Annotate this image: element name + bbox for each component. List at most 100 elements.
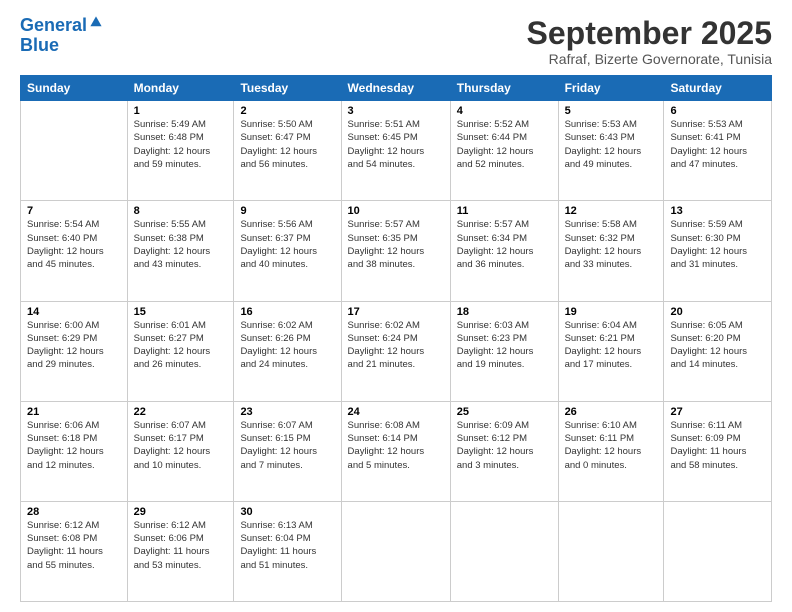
day-info: Sunrise: 6:05 AM Sunset: 6:20 PM Dayligh… bbox=[670, 319, 765, 372]
day-info: Sunrise: 6:12 AM Sunset: 6:08 PM Dayligh… bbox=[27, 519, 121, 572]
day-number: 28 bbox=[27, 506, 121, 518]
calendar-cell: 7Sunrise: 5:54 AM Sunset: 6:40 PM Daylig… bbox=[21, 201, 128, 301]
day-number: 30 bbox=[240, 506, 334, 518]
day-info: Sunrise: 5:55 AM Sunset: 6:38 PM Dayligh… bbox=[134, 218, 228, 271]
day-info: Sunrise: 6:01 AM Sunset: 6:27 PM Dayligh… bbox=[134, 319, 228, 372]
col-monday: Monday bbox=[127, 76, 234, 101]
day-number: 27 bbox=[670, 406, 765, 418]
day-info: Sunrise: 5:56 AM Sunset: 6:37 PM Dayligh… bbox=[240, 218, 334, 271]
calendar-cell: 17Sunrise: 6:02 AM Sunset: 6:24 PM Dayli… bbox=[341, 301, 450, 401]
calendar-cell: 21Sunrise: 6:06 AM Sunset: 6:18 PM Dayli… bbox=[21, 401, 128, 501]
day-number: 23 bbox=[240, 406, 334, 418]
day-number: 20 bbox=[670, 306, 765, 318]
day-number: 18 bbox=[457, 306, 552, 318]
calendar-cell: 5Sunrise: 5:53 AM Sunset: 6:43 PM Daylig… bbox=[558, 101, 664, 201]
day-number: 12 bbox=[565, 205, 658, 217]
calendar-cell: 26Sunrise: 6:10 AM Sunset: 6:11 PM Dayli… bbox=[558, 401, 664, 501]
day-info: Sunrise: 6:12 AM Sunset: 6:06 PM Dayligh… bbox=[134, 519, 228, 572]
subtitle: Rafraf, Bizerte Governorate, Tunisia bbox=[527, 51, 772, 67]
day-info: Sunrise: 5:57 AM Sunset: 6:35 PM Dayligh… bbox=[348, 218, 444, 271]
day-info: Sunrise: 5:49 AM Sunset: 6:48 PM Dayligh… bbox=[134, 118, 228, 171]
day-info: Sunrise: 6:03 AM Sunset: 6:23 PM Dayligh… bbox=[457, 319, 552, 372]
day-number: 13 bbox=[670, 205, 765, 217]
day-info: Sunrise: 5:59 AM Sunset: 6:30 PM Dayligh… bbox=[670, 218, 765, 271]
calendar-week-1: 1Sunrise: 5:49 AM Sunset: 6:48 PM Daylig… bbox=[21, 101, 772, 201]
day-info: Sunrise: 6:02 AM Sunset: 6:26 PM Dayligh… bbox=[240, 319, 334, 372]
calendar-header-row: Sunday Monday Tuesday Wednesday Thursday… bbox=[21, 76, 772, 101]
calendar-cell: 19Sunrise: 6:04 AM Sunset: 6:21 PM Dayli… bbox=[558, 301, 664, 401]
day-number: 17 bbox=[348, 306, 444, 318]
calendar-cell: 6Sunrise: 5:53 AM Sunset: 6:41 PM Daylig… bbox=[664, 101, 772, 201]
calendar-cell: 29Sunrise: 6:12 AM Sunset: 6:06 PM Dayli… bbox=[127, 501, 234, 601]
day-info: Sunrise: 5:53 AM Sunset: 6:43 PM Dayligh… bbox=[565, 118, 658, 171]
day-number: 21 bbox=[27, 406, 121, 418]
calendar-cell: 10Sunrise: 5:57 AM Sunset: 6:35 PM Dayli… bbox=[341, 201, 450, 301]
col-saturday: Saturday bbox=[664, 76, 772, 101]
day-info: Sunrise: 6:07 AM Sunset: 6:15 PM Dayligh… bbox=[240, 419, 334, 472]
page: General Blue September 2025 Rafraf, Bize… bbox=[0, 0, 792, 612]
logo: General Blue bbox=[20, 16, 103, 56]
day-info: Sunrise: 6:02 AM Sunset: 6:24 PM Dayligh… bbox=[348, 319, 444, 372]
day-number: 7 bbox=[27, 205, 121, 217]
calendar-cell bbox=[664, 501, 772, 601]
day-number: 25 bbox=[457, 406, 552, 418]
calendar-cell: 14Sunrise: 6:00 AM Sunset: 6:29 PM Dayli… bbox=[21, 301, 128, 401]
calendar-cell: 20Sunrise: 6:05 AM Sunset: 6:20 PM Dayli… bbox=[664, 301, 772, 401]
day-number: 29 bbox=[134, 506, 228, 518]
day-info: Sunrise: 5:53 AM Sunset: 6:41 PM Dayligh… bbox=[670, 118, 765, 171]
calendar-week-3: 14Sunrise: 6:00 AM Sunset: 6:29 PM Dayli… bbox=[21, 301, 772, 401]
logo-text: General Blue bbox=[20, 16, 103, 56]
calendar-cell: 12Sunrise: 5:58 AM Sunset: 6:32 PM Dayli… bbox=[558, 201, 664, 301]
day-number: 3 bbox=[348, 105, 444, 117]
day-info: Sunrise: 5:51 AM Sunset: 6:45 PM Dayligh… bbox=[348, 118, 444, 171]
day-info: Sunrise: 6:09 AM Sunset: 6:12 PM Dayligh… bbox=[457, 419, 552, 472]
day-number: 19 bbox=[565, 306, 658, 318]
day-number: 1 bbox=[134, 105, 228, 117]
calendar-cell: 16Sunrise: 6:02 AM Sunset: 6:26 PM Dayli… bbox=[234, 301, 341, 401]
day-number: 6 bbox=[670, 105, 765, 117]
calendar-cell: 3Sunrise: 5:51 AM Sunset: 6:45 PM Daylig… bbox=[341, 101, 450, 201]
calendar-cell: 25Sunrise: 6:09 AM Sunset: 6:12 PM Dayli… bbox=[450, 401, 558, 501]
calendar-cell: 15Sunrise: 6:01 AM Sunset: 6:27 PM Dayli… bbox=[127, 301, 234, 401]
day-number: 10 bbox=[348, 205, 444, 217]
day-info: Sunrise: 6:06 AM Sunset: 6:18 PM Dayligh… bbox=[27, 419, 121, 472]
calendar-cell: 9Sunrise: 5:56 AM Sunset: 6:37 PM Daylig… bbox=[234, 201, 341, 301]
calendar-cell: 23Sunrise: 6:07 AM Sunset: 6:15 PM Dayli… bbox=[234, 401, 341, 501]
calendar-cell bbox=[341, 501, 450, 601]
calendar-cell: 22Sunrise: 6:07 AM Sunset: 6:17 PM Dayli… bbox=[127, 401, 234, 501]
day-number: 24 bbox=[348, 406, 444, 418]
col-tuesday: Tuesday bbox=[234, 76, 341, 101]
day-number: 8 bbox=[134, 205, 228, 217]
day-info: Sunrise: 6:13 AM Sunset: 6:04 PM Dayligh… bbox=[240, 519, 334, 572]
day-info: Sunrise: 6:00 AM Sunset: 6:29 PM Dayligh… bbox=[27, 319, 121, 372]
calendar-cell: 24Sunrise: 6:08 AM Sunset: 6:14 PM Dayli… bbox=[341, 401, 450, 501]
calendar-cell: 18Sunrise: 6:03 AM Sunset: 6:23 PM Dayli… bbox=[450, 301, 558, 401]
day-number: 14 bbox=[27, 306, 121, 318]
day-number: 22 bbox=[134, 406, 228, 418]
day-info: Sunrise: 6:04 AM Sunset: 6:21 PM Dayligh… bbox=[565, 319, 658, 372]
title-block: September 2025 Rafraf, Bizerte Governora… bbox=[527, 16, 772, 67]
day-number: 26 bbox=[565, 406, 658, 418]
header: General Blue September 2025 Rafraf, Bize… bbox=[20, 16, 772, 67]
day-info: Sunrise: 5:54 AM Sunset: 6:40 PM Dayligh… bbox=[27, 218, 121, 271]
day-number: 15 bbox=[134, 306, 228, 318]
day-number: 4 bbox=[457, 105, 552, 117]
day-number: 9 bbox=[240, 205, 334, 217]
calendar-week-5: 28Sunrise: 6:12 AM Sunset: 6:08 PM Dayli… bbox=[21, 501, 772, 601]
calendar-week-2: 7Sunrise: 5:54 AM Sunset: 6:40 PM Daylig… bbox=[21, 201, 772, 301]
calendar-cell: 30Sunrise: 6:13 AM Sunset: 6:04 PM Dayli… bbox=[234, 501, 341, 601]
calendar-cell bbox=[558, 501, 664, 601]
calendar-cell: 27Sunrise: 6:11 AM Sunset: 6:09 PM Dayli… bbox=[664, 401, 772, 501]
calendar-cell: 1Sunrise: 5:49 AM Sunset: 6:48 PM Daylig… bbox=[127, 101, 234, 201]
col-thursday: Thursday bbox=[450, 76, 558, 101]
day-number: 2 bbox=[240, 105, 334, 117]
col-wednesday: Wednesday bbox=[341, 76, 450, 101]
day-number: 5 bbox=[565, 105, 658, 117]
day-info: Sunrise: 5:50 AM Sunset: 6:47 PM Dayligh… bbox=[240, 118, 334, 171]
day-info: Sunrise: 5:57 AM Sunset: 6:34 PM Dayligh… bbox=[457, 218, 552, 271]
calendar-cell: 13Sunrise: 5:59 AM Sunset: 6:30 PM Dayli… bbox=[664, 201, 772, 301]
col-friday: Friday bbox=[558, 76, 664, 101]
day-number: 11 bbox=[457, 205, 552, 217]
calendar-cell: 11Sunrise: 5:57 AM Sunset: 6:34 PM Dayli… bbox=[450, 201, 558, 301]
calendar-cell: 28Sunrise: 6:12 AM Sunset: 6:08 PM Dayli… bbox=[21, 501, 128, 601]
